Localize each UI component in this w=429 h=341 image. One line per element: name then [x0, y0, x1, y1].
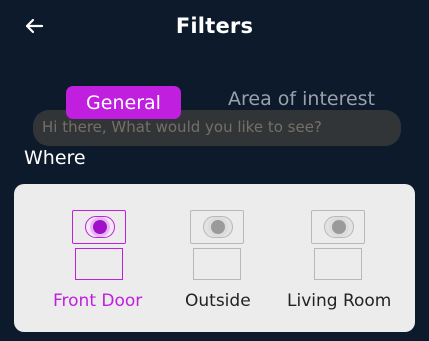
page-title: Filters [175, 14, 254, 38]
tab-general[interactable]: General [66, 86, 181, 119]
location-option-front-door[interactable] [72, 210, 128, 280]
camera-icon [72, 210, 126, 244]
location-label-living-room[interactable]: Living Room [287, 291, 391, 311]
camera-icon [311, 210, 365, 244]
filter-tabs: General Area of interest [0, 82, 429, 122]
top-bar: Filters [0, 0, 429, 56]
location-label-front-door[interactable]: Front Door [53, 291, 142, 311]
location-option-outside[interactable] [190, 210, 246, 280]
location-label-outside[interactable]: Outside [185, 291, 251, 311]
camera-icon [190, 210, 244, 244]
tab-area-of-interest[interactable]: Area of interest [228, 88, 375, 110]
location-option-living-room[interactable] [311, 210, 367, 280]
location-panel: Front Door Outside Living Room [14, 184, 415, 332]
where-label: Where [24, 147, 86, 169]
